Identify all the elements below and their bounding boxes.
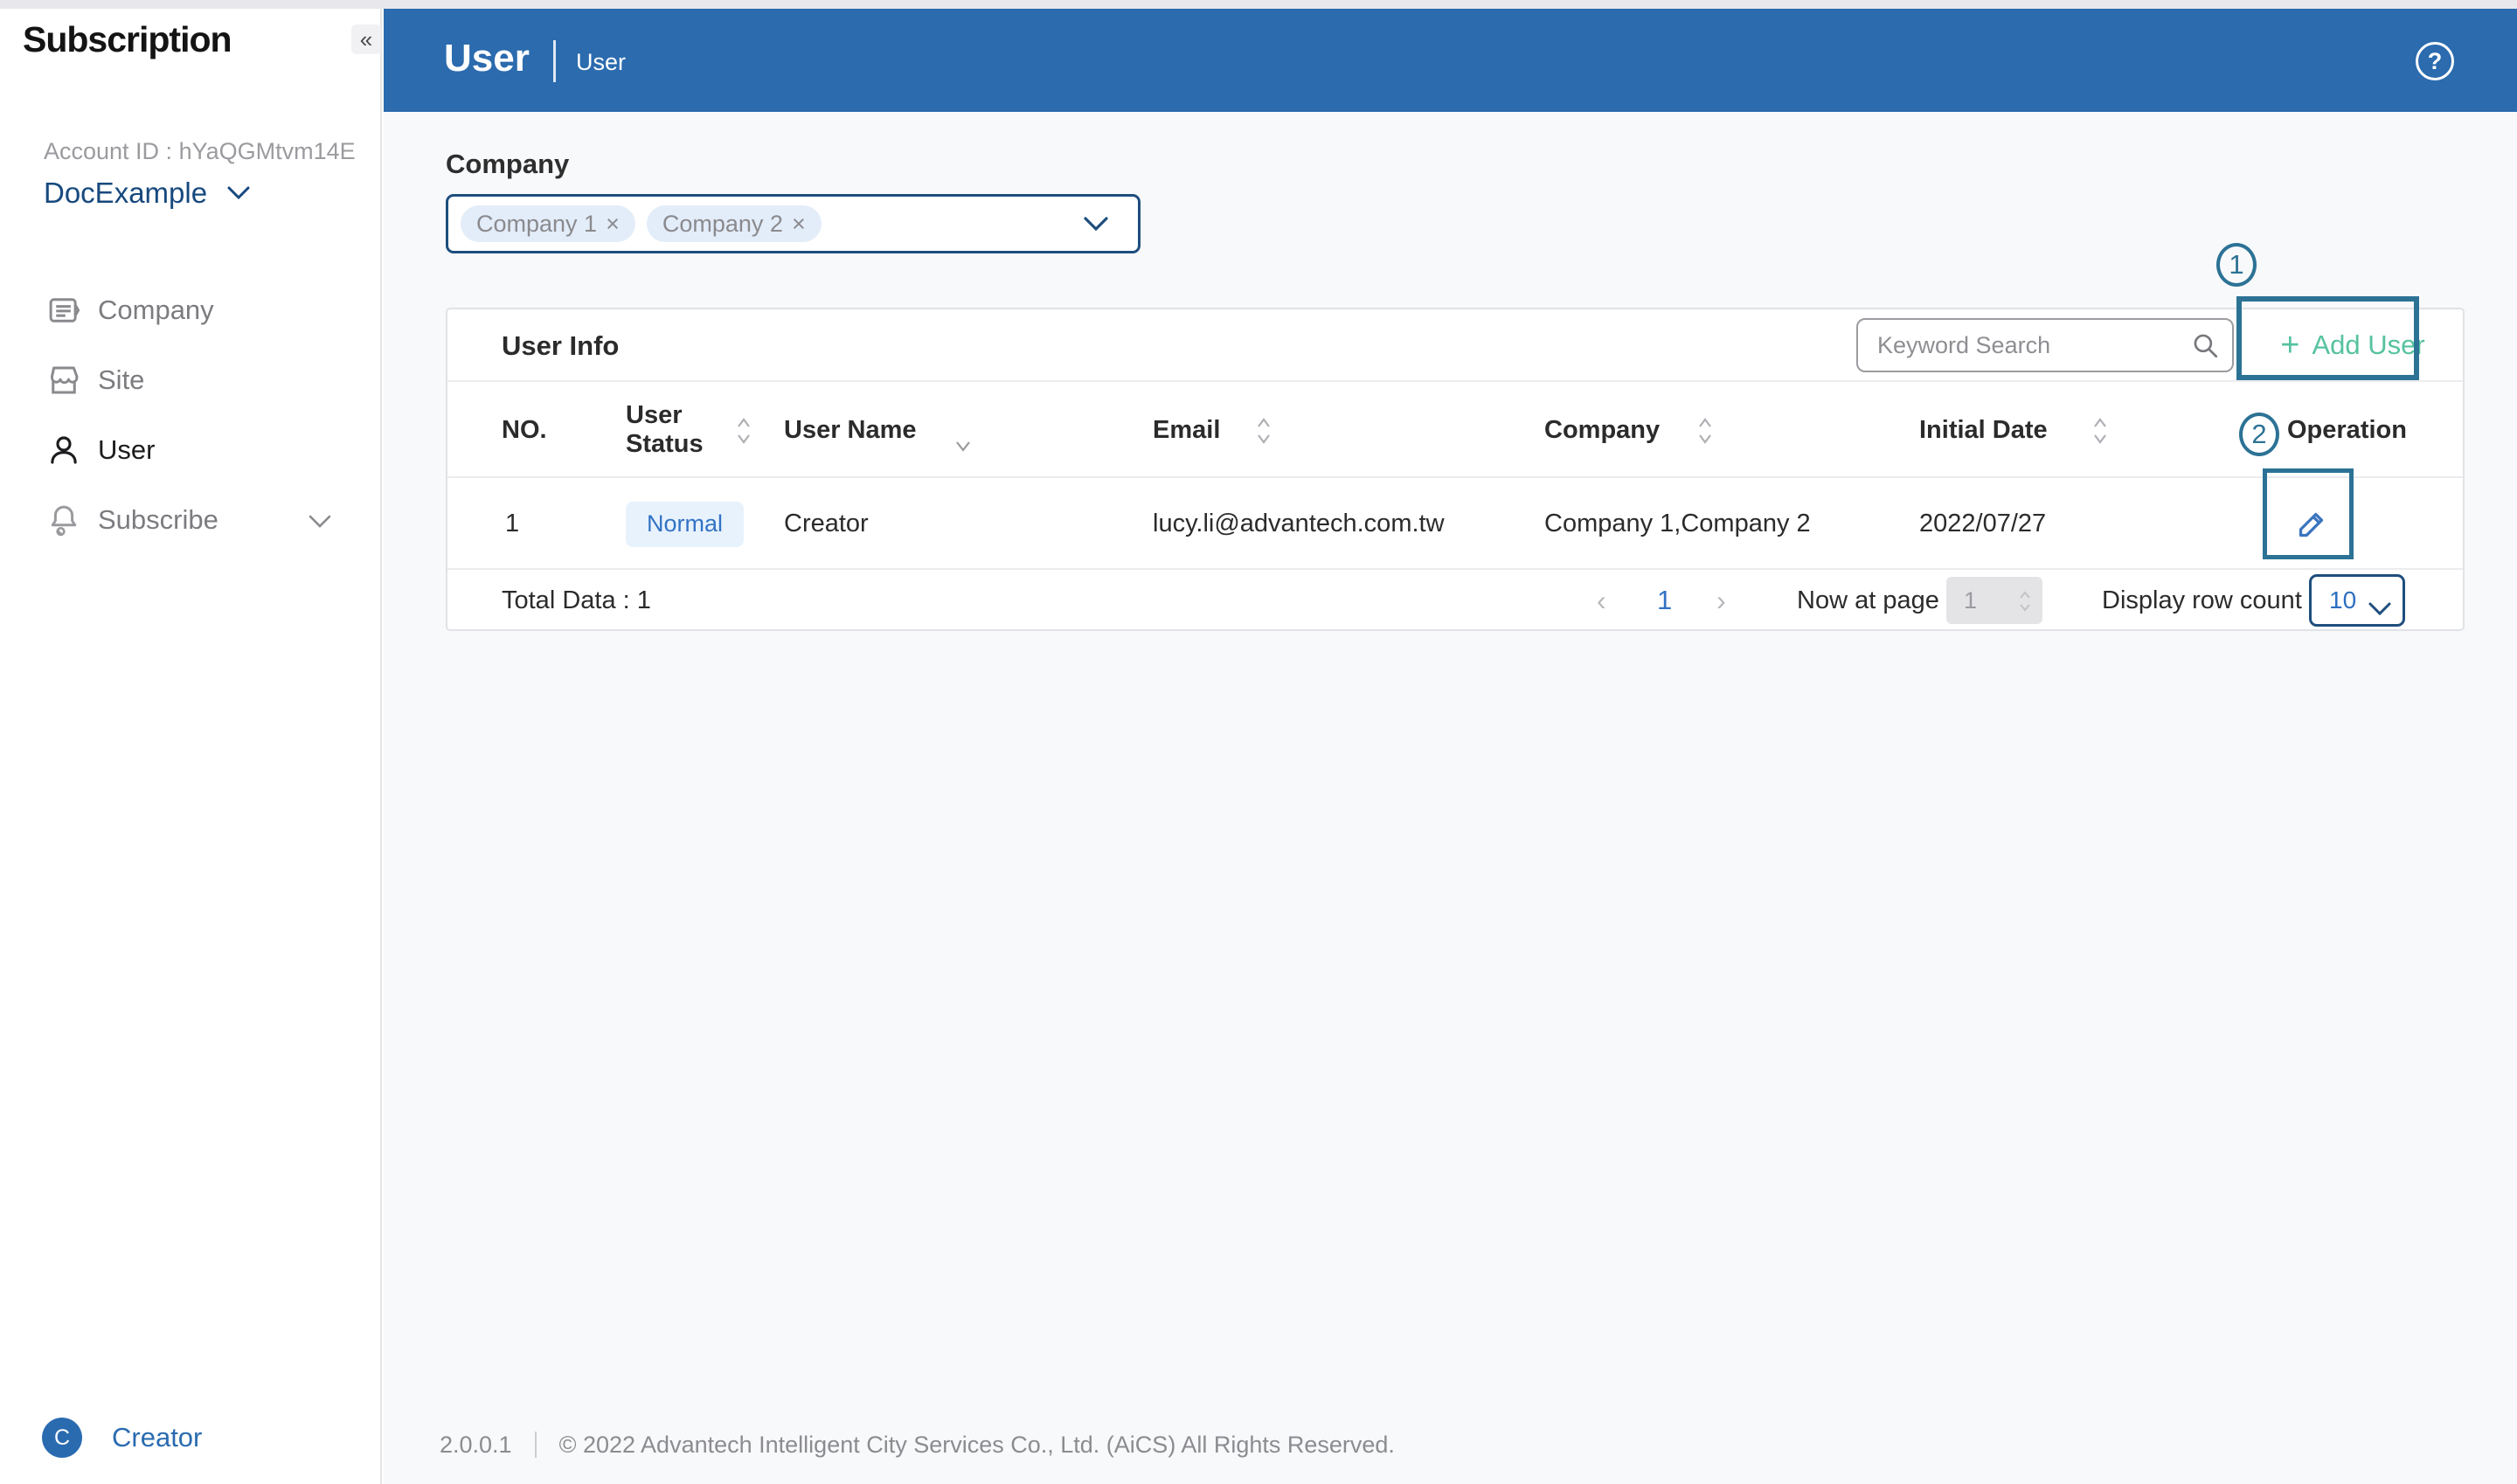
page-number-input[interactable]: 1: [1946, 577, 2042, 624]
cell-user-name: Creator: [784, 510, 869, 537]
sidebar-item-user[interactable]: User: [0, 415, 382, 485]
company-multiselect[interactable]: Company 1 × Company 2 ×: [446, 194, 1141, 253]
sidebar-item-label: User: [98, 434, 156, 465]
chip-remove-icon[interactable]: ×: [606, 211, 620, 238]
account-switcher[interactable]: DocExample: [44, 177, 251, 210]
sidebar-item-label: Company: [98, 295, 214, 325]
column-header-initial-date: Initial Date: [1919, 415, 2048, 444]
add-user-button[interactable]: + Add User: [2257, 318, 2449, 372]
total-data-label: Total Data : 1: [502, 586, 651, 614]
table-row: 1 Normal Creator lucy.li@advantech.com.t…: [447, 478, 2463, 570]
breadcrumb: User: [576, 49, 627, 75]
pencil-icon: [2299, 512, 2324, 537]
now-at-page-label: Now at page: [1797, 586, 1939, 614]
company-chip: Company 1 ×: [461, 205, 635, 242]
help-button[interactable]: ?: [2416, 42, 2454, 80]
prev-page-button[interactable]: ‹: [1597, 570, 1606, 631]
top-header-bar: User User ?: [384, 9, 2517, 112]
sort-icon[interactable]: [1697, 415, 1713, 454]
company-filter-label: Company: [446, 149, 570, 179]
spinner-arrows-icon[interactable]: [2018, 589, 2032, 621]
column-header-user-name: User Name: [784, 415, 917, 444]
search-icon[interactable]: [2190, 330, 2220, 364]
sidebar-item-label: Subscribe: [98, 504, 218, 535]
card-title: User Info: [502, 330, 620, 361]
sidebar-collapse-button[interactable]: «: [351, 24, 381, 54]
copyright-label: © 2022 Advantech Intelligent City Servic…: [558, 1431, 1395, 1458]
cell-email: lucy.li@advantech.com.tw: [1153, 510, 1445, 537]
title-divider: [553, 40, 556, 82]
sidebar-menu: Company Site User Subscribe: [0, 275, 382, 555]
page-footer: 2.0.0.1 © 2022 Advantech Intelligent Cit…: [440, 1427, 1395, 1462]
column-header-company: Company: [1544, 415, 1661, 444]
browser-edge-strip: [0, 0, 2517, 9]
company-icon: [45, 292, 82, 329]
subscribe-bell-icon: [45, 502, 82, 538]
cell-no: 1: [505, 510, 520, 537]
account-id-label: Account ID : hYaQGMtvm14E: [44, 138, 356, 164]
column-header-operation: Operation: [2287, 415, 2407, 444]
table-footer: Total Data : 1 ‹ 1 › Now at page 1 Displ…: [447, 570, 2463, 631]
row-count-select[interactable]: 10: [2309, 574, 2405, 627]
column-header-email: Email: [1153, 415, 1221, 444]
sort-icon[interactable]: [2092, 415, 2108, 454]
chip-label: Company 1: [476, 210, 598, 237]
page-content: Company Company 1 × Company 2 × User Inf…: [384, 112, 2517, 1484]
page-input-value: 1: [1964, 586, 1978, 614]
site-icon: [45, 362, 82, 399]
chip-remove-icon[interactable]: ×: [792, 211, 806, 238]
main-area: User User ? Company Company 1 × Company …: [384, 9, 2517, 1484]
avatar: C: [42, 1418, 82, 1458]
table-header-row: NO. User Status User Name Email Company: [447, 382, 2463, 478]
account-name-label: DocExample: [44, 177, 208, 209]
chevron-down-icon: [227, 186, 250, 200]
sort-icon[interactable]: [736, 415, 752, 454]
version-label: 2.0.0.1: [440, 1431, 512, 1458]
sort-desc-icon[interactable]: [954, 431, 972, 460]
sidebar-item-label: Site: [98, 364, 145, 395]
chip-label: Company 2: [662, 210, 783, 237]
sidebar-item-subscribe[interactable]: Subscribe: [0, 485, 382, 555]
add-user-label: Add User: [2312, 329, 2425, 360]
company-chip: Company 2 ×: [646, 205, 822, 242]
footer-divider: [534, 1432, 537, 1458]
keyword-search: [1856, 318, 2234, 372]
app-logo: Subscription: [23, 19, 232, 59]
page-number[interactable]: 1: [1657, 570, 1672, 631]
chevron-down-icon: [2368, 594, 2392, 623]
search-input[interactable]: [1856, 318, 2234, 372]
chevron-down-icon[interactable]: [308, 504, 332, 536]
display-row-count-label: Display row count: [2102, 586, 2302, 614]
card-header: User Info + Add User: [447, 309, 2463, 382]
cell-user-status: Normal: [626, 478, 745, 570]
sort-icon[interactable]: [1256, 415, 1272, 454]
column-header-no: NO.: [502, 415, 547, 444]
sidebar-item-site[interactable]: Site: [0, 345, 382, 415]
cell-initial-date: 2022/07/27: [1919, 510, 2047, 537]
next-page-button[interactable]: ›: [1716, 570, 1726, 631]
status-badge: Normal: [626, 501, 745, 547]
current-user-button[interactable]: C Creator: [42, 1418, 202, 1458]
edit-user-button[interactable]: [2292, 504, 2332, 544]
collapse-icon: «: [359, 26, 373, 52]
question-mark-icon: ?: [2427, 47, 2443, 74]
column-header-user-status: User Status: [626, 400, 704, 458]
current-user-name: Creator: [112, 1422, 203, 1453]
user-info-card: User Info + Add User NO. User Status: [446, 308, 2465, 631]
chevron-down-icon[interactable]: [1082, 216, 1110, 236]
plus-icon: +: [2280, 327, 2300, 364]
user-icon: [45, 432, 82, 468]
sidebar-item-company[interactable]: Company: [0, 275, 382, 345]
row-count-value: 10: [2329, 586, 2357, 614]
sidebar: Subscription « Account ID : hYaQGMtvm14E…: [0, 9, 382, 1484]
page-title: User: [444, 37, 530, 80]
cell-company: Company 1,Company 2: [1544, 510, 1811, 537]
